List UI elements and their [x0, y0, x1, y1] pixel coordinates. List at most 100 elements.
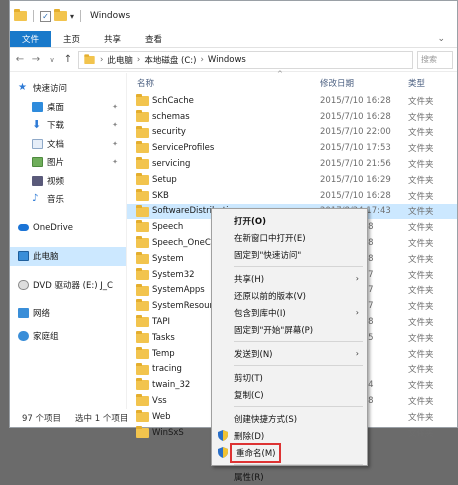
homegroup-icon	[18, 330, 29, 341]
table-row[interactable]: Setup 2015/7/10 16:29 文件夹	[127, 172, 457, 188]
uac-shield-icon	[218, 447, 228, 458]
pictures-icon	[32, 157, 43, 168]
column-type[interactable]: 类型	[408, 77, 425, 89]
menu-separator	[234, 406, 363, 407]
computer-icon	[18, 251, 29, 262]
nav-this-pc[interactable]: 此电脑	[10, 247, 126, 266]
file-date: 2015/7/10 16:28	[320, 95, 391, 106]
nav-videos[interactable]: 视频	[10, 172, 126, 191]
table-row[interactable]: ServiceProfiles 2015/7/10 17:53 文件夹	[127, 140, 457, 156]
breadcrumb-this-pc[interactable]: 此电脑	[107, 54, 133, 66]
folder-icon	[136, 331, 149, 343]
menu-restore-versions[interactable]: 还原以前的版本(V)	[212, 287, 367, 304]
file-type: 文件夹	[408, 160, 434, 171]
tab-home[interactable]: 主页	[51, 31, 92, 47]
folder-icon	[136, 173, 149, 185]
table-row[interactable]: SchCache 2015/7/10 16:28 文件夹	[127, 93, 457, 109]
forward-arrow-icon[interactable]: →	[30, 54, 42, 65]
folder-icon	[136, 157, 149, 170]
menu-copy[interactable]: 复制(C)	[212, 386, 367, 403]
file-date: 2015/7/10 16:29	[320, 174, 391, 185]
menu-open[interactable]: 打开(O)	[212, 212, 367, 229]
ribbon-expand-icon[interactable]: ⌄	[425, 31, 457, 47]
column-name[interactable]: 名称	[137, 77, 154, 89]
folder-icon	[84, 53, 95, 64]
nav-pictures[interactable]: 图片 ✦	[10, 153, 126, 172]
video-icon	[32, 175, 43, 186]
menu-include-library[interactable]: 包含到库中(I) ›	[212, 304, 367, 321]
folder-icon	[136, 220, 149, 233]
table-row[interactable]: servicing 2015/7/10 21:56 文件夹	[127, 156, 457, 172]
nav-dvd-drive[interactable]: DVD 驱动器 (E:) J_C	[10, 276, 126, 295]
file-name: Speech	[152, 222, 184, 233]
submenu-arrow-icon: ›	[355, 274, 359, 283]
folder-icon	[136, 378, 149, 391]
tab-file[interactable]: 文件	[10, 31, 52, 47]
file-date: 2015/7/10 22:00	[320, 127, 391, 138]
nav-desktop[interactable]: 桌面 ✦	[10, 98, 126, 117]
file-type: 文件夹	[408, 397, 434, 408]
file-type: 文件夹	[408, 286, 434, 297]
file-name: ServiceProfiles	[152, 143, 215, 154]
file-name: System32	[152, 269, 195, 280]
network-icon	[18, 308, 29, 319]
file-type: 文件夹	[408, 318, 434, 329]
folder-icon	[136, 94, 149, 106]
file-name: servicing	[152, 159, 191, 170]
properties-checkbox-icon[interactable]: ✓	[40, 10, 51, 22]
folder-icon	[136, 425, 149, 438]
pin-icon: ✦	[112, 102, 118, 111]
menu-send-to[interactable]: 发送到(N) ›	[212, 345, 367, 362]
nav-network[interactable]: 网络	[10, 304, 126, 323]
back-arrow-icon[interactable]: ←	[14, 54, 26, 65]
recent-locations-icon[interactable]: ∨	[46, 56, 58, 64]
file-name: Vss	[152, 396, 167, 407]
address-bar[interactable]: › 此电脑 › 本地磁盘 (C:) › Windows	[78, 50, 413, 69]
tab-view[interactable]: 查看	[133, 31, 174, 47]
customize-toolbar-icon[interactable]: ▾	[70, 12, 74, 21]
file-name: security	[152, 127, 186, 138]
file-type: 文件夹	[408, 112, 434, 123]
pin-icon: ✦	[112, 139, 118, 148]
column-date[interactable]: 修改日期	[320, 77, 354, 89]
address-row: ← → ∨ ↑ › 此电脑 › 本地磁盘 (C:) › Windows 搜索	[10, 48, 457, 72]
nav-music[interactable]: ♪ 音乐	[10, 190, 126, 209]
folder-icon	[136, 362, 149, 375]
file-date: 2015/7/10 16:28	[320, 111, 391, 122]
menu-pin-start[interactable]: 固定到"开始"屏幕(P)	[212, 321, 367, 338]
menu-open-new-window[interactable]: 在新窗口中打开(E)	[212, 229, 367, 246]
file-type: 文件夹	[408, 428, 434, 439]
folder-icon	[136, 188, 149, 201]
nav-onedrive[interactable]: OneDrive	[10, 219, 126, 238]
file-type: 文件夹	[408, 270, 434, 281]
document-icon	[32, 138, 43, 149]
breadcrumb-local-disk[interactable]: 本地磁盘 (C:)	[144, 54, 196, 66]
star-icon: ★	[18, 82, 27, 94]
nav-quick-access[interactable]: ★ 快速访问	[10, 79, 126, 98]
breadcrumb-windows[interactable]: Windows	[208, 55, 246, 65]
table-row[interactable]: SKB 2015/7/10 16:28 文件夹	[127, 188, 457, 204]
file-type: 文件夹	[408, 349, 434, 360]
file-name: Setup	[152, 174, 177, 185]
selected-count: 选中 1 个项目	[75, 414, 129, 424]
item-count: 97 个项目	[22, 414, 62, 424]
file-name: SystemResour	[152, 301, 213, 312]
menu-pin-quick-access[interactable]: 固定到"快速访问"	[212, 246, 367, 263]
file-date: 2015/7/10 21:56	[320, 159, 391, 170]
nav-downloads[interactable]: ⬇ 下载 ✦	[10, 116, 126, 135]
menu-cut[interactable]: 剪切(T)	[212, 369, 367, 386]
table-row[interactable]: security 2015/7/10 22:00 文件夹	[127, 125, 457, 141]
table-row[interactable]: schemas 2015/7/10 16:28 文件夹	[127, 109, 457, 125]
menu-delete[interactable]: 删除(D)	[212, 427, 367, 444]
folder-icon	[14, 9, 27, 21]
menu-rename[interactable]: 重命名(M)	[212, 442, 367, 463]
nav-documents[interactable]: 文档 ✦	[10, 135, 126, 154]
menu-share[interactable]: 共享(H) ›	[212, 270, 367, 287]
new-folder-icon[interactable]	[54, 9, 67, 21]
folder-icon	[136, 346, 149, 359]
tab-share[interactable]: 共享	[92, 31, 133, 47]
menu-create-shortcut[interactable]: 创建快捷方式(S)	[212, 410, 367, 427]
nav-homegroup[interactable]: 家庭组	[10, 327, 126, 346]
up-arrow-icon[interactable]: ↑	[62, 54, 74, 65]
search-input[interactable]: 搜索	[417, 50, 453, 69]
